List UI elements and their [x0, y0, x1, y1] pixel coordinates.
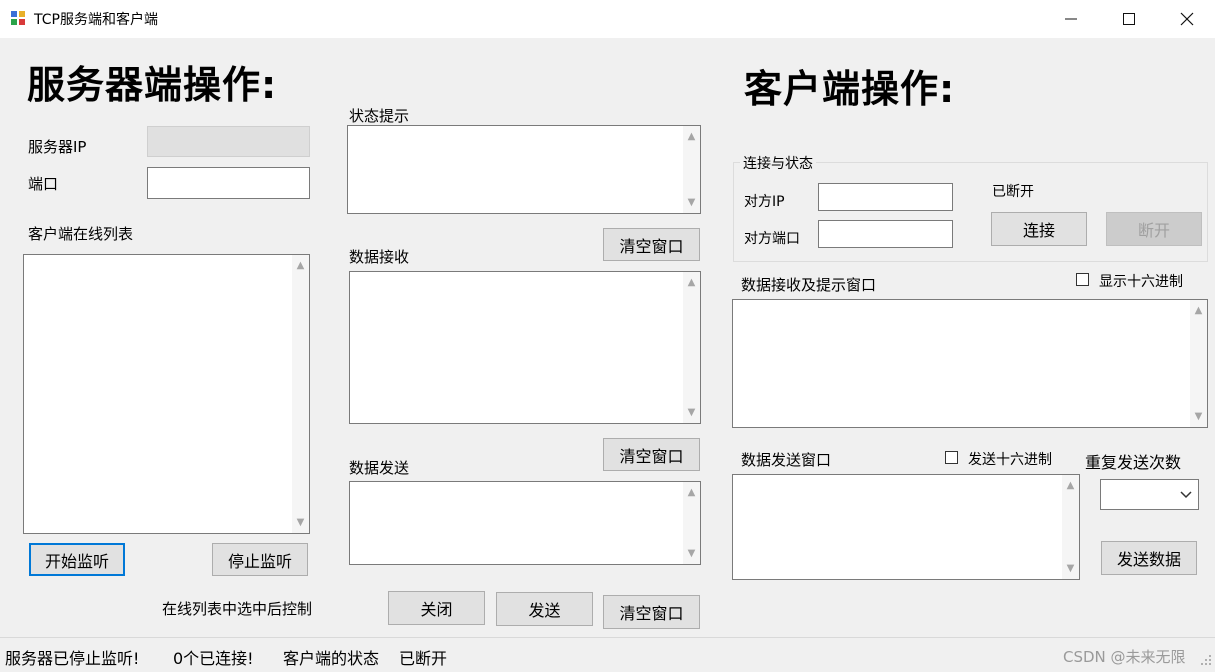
connection-status-text: 已断开 — [992, 184, 1034, 200]
window-title: TCP服务端和客户端 — [34, 12, 158, 28]
client-state-label: 客户端的状态 — [283, 649, 380, 668]
client-receive-label: 数据接收及提示窗口 — [741, 276, 877, 294]
minimize-icon — [1065, 18, 1077, 20]
client-state-value: 已断开 — [399, 649, 448, 668]
close-icon — [1180, 12, 1194, 26]
online-client-list[interactable]: ▲ ▼ — [23, 254, 310, 534]
connect-button[interactable]: 连接 — [991, 212, 1087, 246]
clear-receive-button[interactable]: 清空窗口 — [603, 438, 700, 471]
scroll-down-icon[interactable]: ▼ — [1062, 560, 1079, 577]
show-hex-label: 显示十六进制 — [1099, 274, 1183, 290]
scrollbar[interactable]: ▲ ▼ — [1190, 300, 1207, 427]
send-hex-checkbox[interactable] — [945, 451, 958, 464]
data-receive-box[interactable]: ▲ ▼ — [349, 271, 701, 424]
scroll-down-icon[interactable]: ▼ — [683, 404, 700, 421]
clear-send-button[interactable]: 清空窗口 — [603, 595, 700, 629]
scroll-up-icon[interactable]: ▲ — [292, 257, 309, 274]
chevron-down-icon — [1180, 491, 1192, 499]
resize-grip-icon[interactable] — [1200, 654, 1212, 666]
send-window-label: 数据发送窗口 — [741, 451, 832, 469]
connected-count-text: 0个已连接! — [173, 649, 254, 668]
start-listen-button[interactable]: 开始监听 — [29, 543, 125, 576]
minimize-button[interactable] — [1042, 0, 1100, 38]
scrollbar[interactable]: ▲ ▼ — [1062, 475, 1079, 579]
server-status-text: 服务器已停止监听! — [5, 649, 140, 668]
data-send-label: 数据发送 — [349, 459, 410, 477]
scrollbar[interactable]: ▲ ▼ — [683, 482, 700, 564]
scroll-up-icon[interactable]: ▲ — [683, 128, 700, 145]
client-send-box[interactable]: ▲ ▼ — [732, 474, 1080, 580]
maximize-button[interactable] — [1100, 0, 1158, 38]
scrollbar[interactable]: ▲ ▼ — [292, 255, 309, 533]
scroll-up-icon[interactable]: ▲ — [1062, 477, 1079, 494]
stop-listen-button[interactable]: 停止监听 — [212, 543, 308, 576]
client-receive-box[interactable]: ▲ ▼ — [732, 299, 1208, 428]
online-list-label: 客户端在线列表 — [28, 225, 134, 243]
peer-ip-field[interactable] — [818, 183, 953, 211]
show-hex-checkbox[interactable] — [1076, 273, 1089, 286]
port-field[interactable] — [147, 167, 310, 199]
scroll-down-icon[interactable]: ▼ — [1190, 408, 1207, 425]
scroll-down-icon[interactable]: ▼ — [683, 194, 700, 211]
online-control-label: 在线列表中选中后控制 — [162, 600, 313, 618]
disconnect-button[interactable]: 断开 — [1106, 212, 1202, 246]
status-prompt-box[interactable]: ▲ ▼ — [347, 125, 701, 214]
close-window-button[interactable] — [1158, 0, 1215, 38]
data-send-box[interactable]: ▲ ▼ — [349, 481, 701, 565]
title-bar — [0, 0, 1215, 38]
scroll-down-icon[interactable]: ▼ — [683, 545, 700, 562]
scroll-up-icon[interactable]: ▲ — [1190, 302, 1207, 319]
repeat-count-label: 重复发送次数 — [1085, 453, 1182, 472]
send-data-button[interactable]: 发送数据 — [1101, 541, 1197, 575]
scroll-down-icon[interactable]: ▼ — [292, 514, 309, 531]
status-prompt-label: 状态提示 — [349, 107, 410, 125]
server-ip-label: 服务器IP — [28, 138, 87, 156]
watermark-text: CSDN @未来无限 — [1063, 648, 1186, 666]
peer-ip-label: 对方IP — [744, 194, 785, 210]
peer-port-label: 对方端口 — [744, 231, 800, 247]
clear-status-button[interactable]: 清空窗口 — [603, 228, 700, 261]
repeat-count-select[interactable] — [1100, 479, 1199, 510]
scrollbar[interactable]: ▲ ▼ — [683, 272, 700, 423]
scrollbar[interactable]: ▲ ▼ — [683, 126, 700, 213]
peer-port-field[interactable] — [818, 220, 953, 248]
client-heading: 客户端操作: — [744, 67, 956, 111]
server-ip-field[interactable] — [147, 126, 310, 157]
scroll-up-icon[interactable]: ▲ — [683, 484, 700, 501]
data-receive-label: 数据接收 — [349, 248, 410, 266]
close-client-button[interactable]: 关闭 — [388, 591, 485, 625]
scroll-up-icon[interactable]: ▲ — [683, 274, 700, 291]
connection-group-title: 连接与状态 — [740, 153, 816, 173]
server-send-button[interactable]: 发送 — [496, 592, 593, 626]
app-icon — [10, 10, 26, 26]
port-label: 端口 — [28, 175, 59, 193]
maximize-icon — [1123, 13, 1135, 25]
send-hex-label: 发送十六进制 — [968, 452, 1052, 468]
server-heading: 服务器端操作: — [27, 63, 278, 107]
